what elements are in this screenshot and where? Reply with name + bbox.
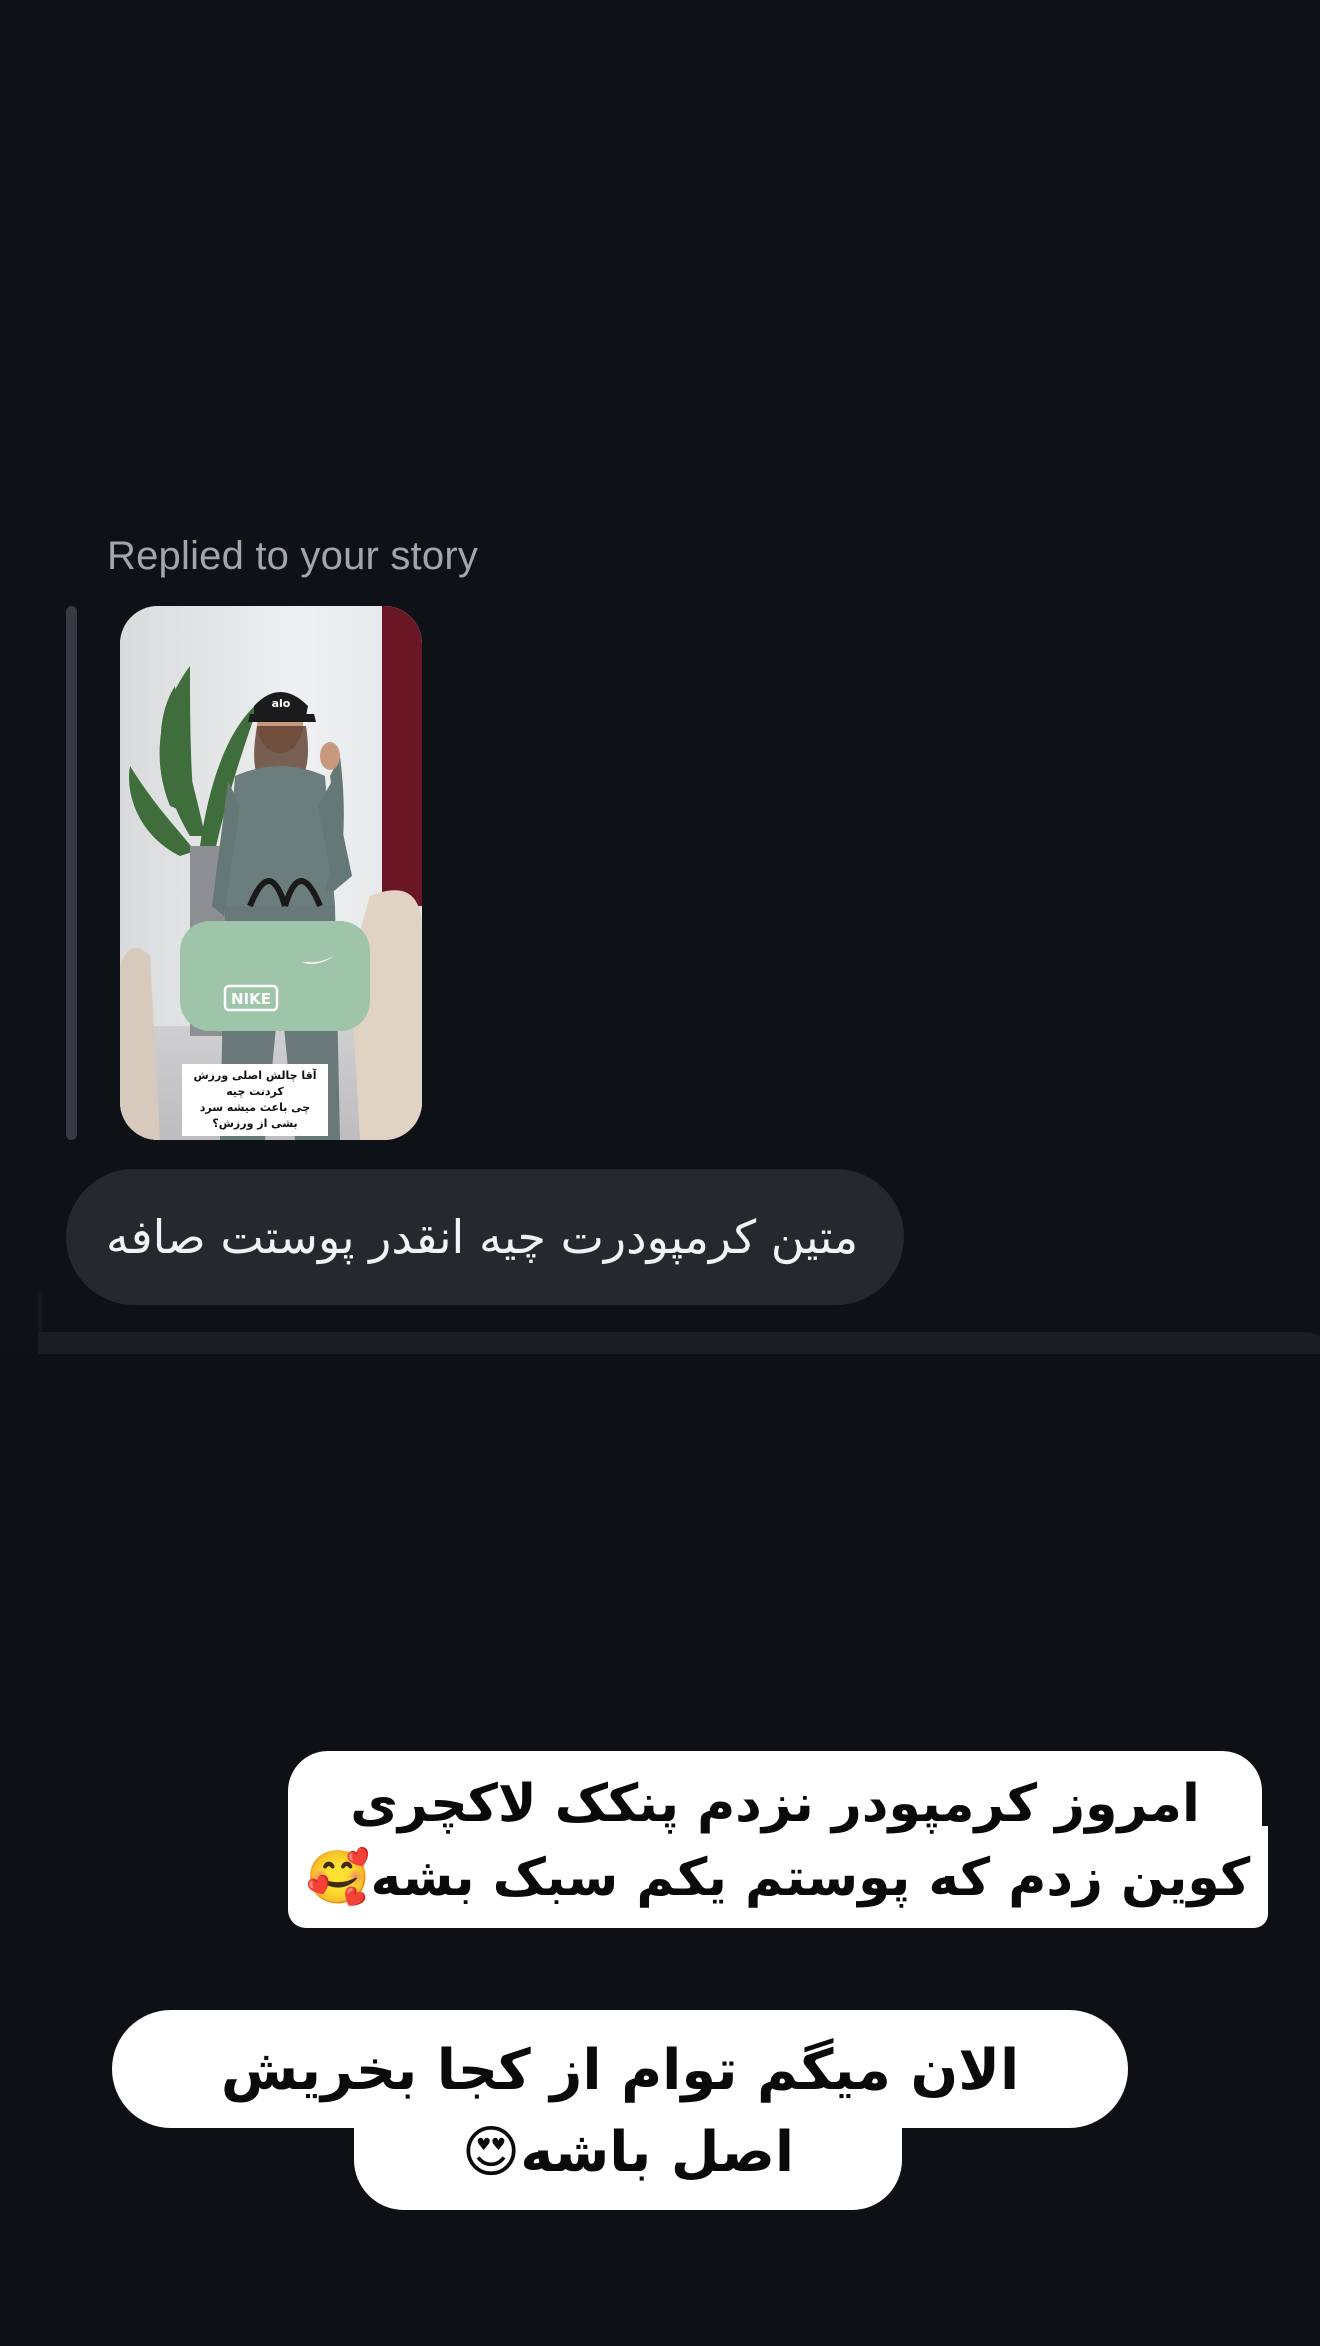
text-sticker-1-line-2-text: کوین زدم که پوستم یکم سبک بشه bbox=[370, 1848, 1251, 1908]
reply-quote-bar bbox=[66, 606, 77, 1140]
story-photo: alo NIKE bbox=[120, 606, 422, 1140]
text-sticker-1-line-1: امروز کرمپودر نزدم پنکک لاکچری bbox=[350, 1774, 1200, 1834]
panel-bottom-divider bbox=[38, 1332, 1320, 1354]
story-caption-line-2: چی باعث میشه سرد بشی از ورزش؟ bbox=[199, 1101, 311, 1130]
panel-edge bbox=[38, 1290, 42, 1334]
dm-thread-panel: Replied to your story alo NIKE آقا چالش … bbox=[0, 0, 1320, 1354]
story-thumbnail[interactable]: alo NIKE آقا چالش اصلی ورزش کردنت چیه چی… bbox=[120, 606, 422, 1140]
smiling-hearts-emoji-icon: 🥰 bbox=[305, 1848, 371, 1908]
text-sticker-2-line-2-text: اصل باشه bbox=[520, 2120, 795, 2185]
replied-to-story-label: Replied to your story bbox=[107, 534, 479, 578]
story-caption: آقا چالش اصلی ورزش کردنت چیه چی باعث میش… bbox=[182, 1064, 328, 1136]
heart-eyes-emoji-icon: 😍 bbox=[461, 2120, 521, 2185]
story-caption-line-1: آقا چالش اصلی ورزش کردنت چیه bbox=[193, 1069, 317, 1098]
cap-logo-text: alo bbox=[272, 697, 291, 710]
reply-message-bubble[interactable]: متین کرمپودرت چیه انقدر پوستت صافه bbox=[66, 1169, 905, 1305]
instagram-dm-screenshot: Replied to your story alo NIKE آقا چالش … bbox=[0, 0, 1320, 2346]
text-sticker-2-line-1: الان میگم توام از کجا بخریش bbox=[220, 2038, 1020, 2103]
text-sticker-2-line-2: اصل باشه😍 bbox=[354, 2118, 902, 2188]
bag-logo-text: NIKE bbox=[231, 990, 271, 1008]
text-sticker-1-line-2: کوین زدم که پوستم یکم سبک بشه🥰 bbox=[290, 1846, 1266, 1910]
